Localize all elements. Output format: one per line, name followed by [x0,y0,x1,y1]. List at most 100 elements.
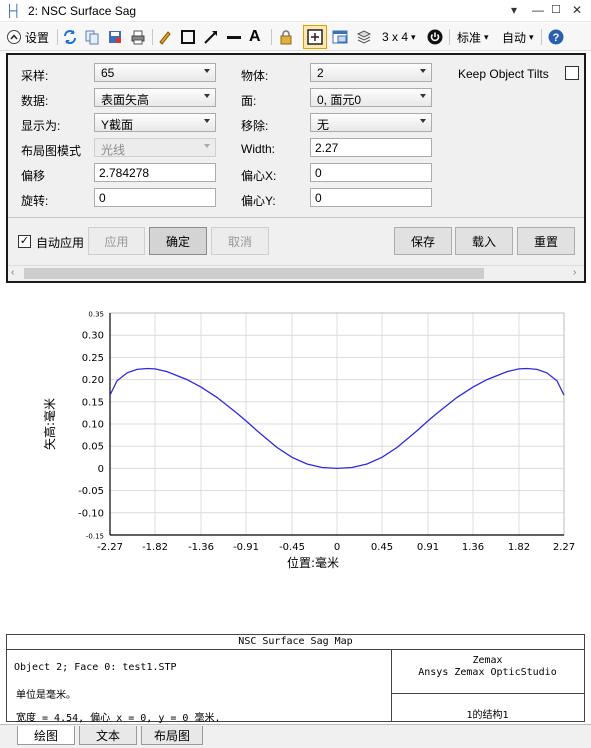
sampling-dropdown[interactable]: 65 [94,63,216,82]
y-tick-label: 0.15 [82,397,104,408]
lock-icon[interactable] [278,28,294,46]
y-tick-label: 0 [98,464,104,475]
standard-dropdown[interactable]: 标准 ▾ [457,28,489,46]
standard-label: 标准 [457,30,482,45]
title-bar: ├┤ 2: NSC Surface Sag ▾ — ☐ ✕ [0,0,591,22]
arrow-line-icon[interactable] [203,28,219,46]
auto-apply-checkbox[interactable]: ✓ [18,235,31,248]
data-dropdown[interactable]: 表面矢高 [94,88,216,107]
chevron-down-icon [204,69,210,73]
apply-button[interactable]: 应用 [88,227,145,255]
y-tick-label: 0.35 [88,311,104,319]
chevron-down-icon [420,119,426,123]
x-tick-label: 1.82 [508,542,530,553]
print-icon[interactable] [130,28,146,46]
face-dropdown[interactable]: 0, 面元0 [310,88,432,107]
remove-label: 移除: [241,119,269,133]
data-label: 数据: [21,94,49,108]
sag-chart: -2.27 -1.82 -1.36 -0.91 -0.45 0 0.45 0.91 1.36 1.… [42,311,575,571]
copy-icon[interactable] [84,28,100,46]
rotation-label: 旋转: [21,194,49,208]
reset-button[interactable]: 重置 [517,227,575,255]
refresh-icon[interactable] [62,28,78,46]
y-tick-label: 0.10 [82,420,104,431]
tab-text[interactable]: 文本 [79,726,137,745]
settings-panel: 采样: 65 数据: 表面矢高 显示为: Y截面 布局图模式 光线 偏移 2.7… [6,53,586,283]
remove-dropdown[interactable]: 无 [310,113,432,132]
save-button[interactable]: 保存 [394,227,452,255]
width-label: Width: [241,142,276,156]
keep-object-tilts-checkbox[interactable] [565,66,579,80]
window-icon[interactable] [332,28,348,46]
y-tick-label: 0.25 [82,353,104,364]
text-icon[interactable]: A [249,28,261,46]
object-dropdown[interactable]: 2 [310,63,432,82]
display-as-dropdown[interactable]: Y截面 [94,113,216,132]
minimize-icon[interactable]: — [532,3,544,17]
app-icon: ├┤ [6,4,21,18]
ok-button[interactable]: 确定 [149,227,207,255]
scroll-right-icon[interactable]: › [573,267,576,278]
offset-input[interactable]: 2.784278 [94,163,216,182]
scroll-left-icon[interactable]: ‹ [11,267,14,278]
sampling-value: 65 [101,66,115,80]
decenter-x-input[interactable]: 0 [310,163,432,182]
horizontal-scrollbar[interactable]: ‹ › [8,265,584,281]
settings-button[interactable]: 设置 [6,28,49,46]
y-tick-label: 0.05 [82,442,104,453]
info-title: NSC Surface Sag Map [7,635,584,650]
x-tick-label: -0.91 [233,542,259,553]
object-value: 2 [317,66,324,80]
chevron-down-icon [204,94,210,98]
close-icon[interactable]: ✕ [572,3,582,17]
display-as-label: 显示为: [21,119,61,133]
remove-value: 无 [317,118,330,132]
chevron-down-icon [204,119,210,123]
auto-dropdown[interactable]: 自动 ▾ [502,28,534,46]
layout-grid-button[interactable]: 3 x 4 ▾ [382,28,416,46]
layout-mode-dropdown: 光线 [94,138,216,157]
x-tick-label: 2.27 [553,542,575,553]
collapse-icon [7,30,21,44]
x-tick-label: 0 [334,542,340,553]
tab-layout[interactable]: 布局图 [141,726,203,745]
fit-window-button[interactable] [303,25,327,49]
dropdown-icon[interactable]: ▾ [511,3,517,17]
tab-plot[interactable]: 绘图 [17,726,75,745]
maximize-icon[interactable]: ☐ [551,3,561,16]
power-icon[interactable] [427,28,443,46]
scrollbar-thumb[interactable] [24,268,484,279]
save-image-icon[interactable] [107,28,123,46]
line-icon[interactable] [226,28,242,46]
rectangle-icon[interactable] [180,28,196,46]
decenter-y-input[interactable]: 0 [310,188,432,207]
auto-apply-label: 自动应用 [36,236,85,250]
x-tick-label: -1.36 [188,542,214,553]
rotation-input[interactable]: 0 [94,188,216,207]
load-button[interactable]: 载入 [455,227,513,255]
help-icon[interactable]: ? [548,28,564,46]
toolbar: 设置 A 3 x 4 ▾ 标准 ▾ 自动 ▾ ? [0,23,591,51]
layout-mode-label: 布局图模式 [21,144,82,158]
window-title: 2: NSC Surface Sag [28,4,137,18]
info-table: NSC Surface Sag Map Object 2; Face 0: te… [6,634,585,724]
y-tick-label: -0.05 [78,486,104,497]
chevron-down-icon: ▾ [529,31,534,42]
decenter-x-label: 偏心X: [241,169,277,183]
tab-bar: 绘图 文本 布局图 [0,724,591,748]
x-tick-label: 0.91 [417,542,439,553]
x-tick-label: -0.45 [279,542,305,553]
units-info: 单位是毫米。 [16,690,76,701]
cancel-button[interactable]: 取消 [211,227,269,255]
decenter-y-label: 偏心Y: [241,194,276,208]
settings-label: 设置 [25,30,50,45]
width-input[interactable]: 2.27 [310,138,432,157]
layers-icon[interactable] [356,28,372,46]
width-info: 宽度 = 4.54, 偏心 x = 0, y = 0 毫米. [16,713,221,724]
chevron-down-icon [204,144,210,148]
pencil-icon[interactable] [157,28,173,46]
divider [8,217,584,218]
svg-text:?: ? [553,32,560,44]
object-label: 物体: [241,69,269,83]
y-axis-title: 矢高:毫米 [42,398,57,450]
